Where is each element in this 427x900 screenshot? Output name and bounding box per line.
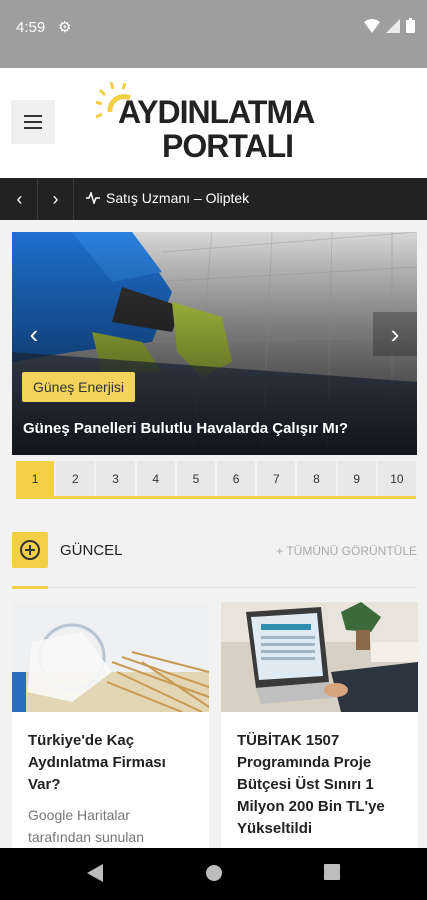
page-button[interactable]: 7 (257, 461, 296, 496)
card-description: Google Haritalar tarafından sunulan (28, 807, 144, 845)
news-ticker: ‹ › Satış Uzmanı – Oliptek (0, 178, 427, 220)
slider-category-badge[interactable]: Güneş Enerjisi (22, 372, 136, 402)
card-title[interactable]: TÜBİTAK 1507 Programında Proje Bütçesi Ü… (221, 712, 418, 840)
plus-circle-icon (12, 532, 48, 568)
section-title: GÜNCEL (60, 542, 123, 559)
app-header: AYDINLATMA PORTALI (0, 68, 427, 178)
news-card[interactable]: TÜBİTAK 1507 Programında Proje Bütçesi Ü… (221, 602, 418, 852)
page-button[interactable]: 3 (96, 461, 135, 496)
settings-icon: ⚙ (58, 19, 72, 36)
site-logo[interactable]: AYDINLATMA PORTALI (96, 82, 336, 164)
page-button[interactable]: 4 (136, 461, 175, 496)
pulse-icon (86, 192, 100, 204)
status-time: 4:59 (16, 19, 46, 36)
news-card[interactable]: Türkiye'de Kaç Aydınlatma Firması Var? G… (12, 602, 209, 852)
slider-prev-button[interactable]: ‹ (12, 312, 56, 356)
section-header: GÜNCEL + TÜMÜNÜ GÖRÜNTÜLE (12, 532, 417, 590)
slider-next-button[interactable]: › (373, 312, 417, 356)
home-icon[interactable] (205, 864, 223, 882)
section-underline (12, 586, 48, 589)
signal-icon (386, 18, 400, 33)
battery-icon (406, 18, 415, 33)
page-button[interactable]: 1 (16, 461, 55, 496)
logo-line2: PORTALI (162, 128, 294, 164)
back-icon[interactable] (87, 864, 103, 882)
menu-button[interactable] (11, 100, 55, 144)
wifi-icon (364, 18, 380, 33)
page-button[interactable]: 2 (56, 461, 95, 496)
ticker-text: Satış Uzmanı – Oliptek (106, 190, 250, 206)
page-button[interactable]: 5 (176, 461, 216, 496)
view-all-link[interactable]: + TÜMÜNÜ GÖRÜNTÜLE (276, 544, 417, 558)
slider-pagination: 1 2 3 4 5 6 7 8 9 10 (16, 461, 417, 499)
system-nav-bar (0, 848, 427, 900)
hamburger-icon (24, 115, 42, 129)
page-button[interactable]: 9 (337, 461, 376, 496)
logo-line1: AYDINLATMA (118, 94, 315, 130)
ticker-prev-button[interactable]: ‹ (2, 178, 38, 220)
card-title[interactable]: Türkiye'de Kaç Aydınlatma Firması Var? (12, 712, 209, 796)
card-image (12, 602, 209, 712)
card-image (221, 602, 418, 712)
status-bar: 4:59 ⚙ (0, 0, 427, 68)
page-button[interactable]: 10 (377, 461, 417, 496)
page-button[interactable]: 8 (297, 461, 336, 496)
featured-slider[interactable]: ‹ › Güneş Enerjisi Güneş Panelleri Bulut… (12, 232, 417, 455)
status-icons (364, 18, 415, 33)
recents-icon[interactable] (324, 864, 340, 880)
slider-title[interactable]: Güneş Panelleri Bulutlu Havalarda Çalışı… (23, 420, 348, 437)
page-button[interactable]: 6 (217, 461, 256, 496)
section-divider (12, 587, 417, 588)
ticker-item[interactable]: Satış Uzmanı – Oliptek (86, 190, 249, 206)
ticker-next-button[interactable]: › (38, 178, 74, 220)
